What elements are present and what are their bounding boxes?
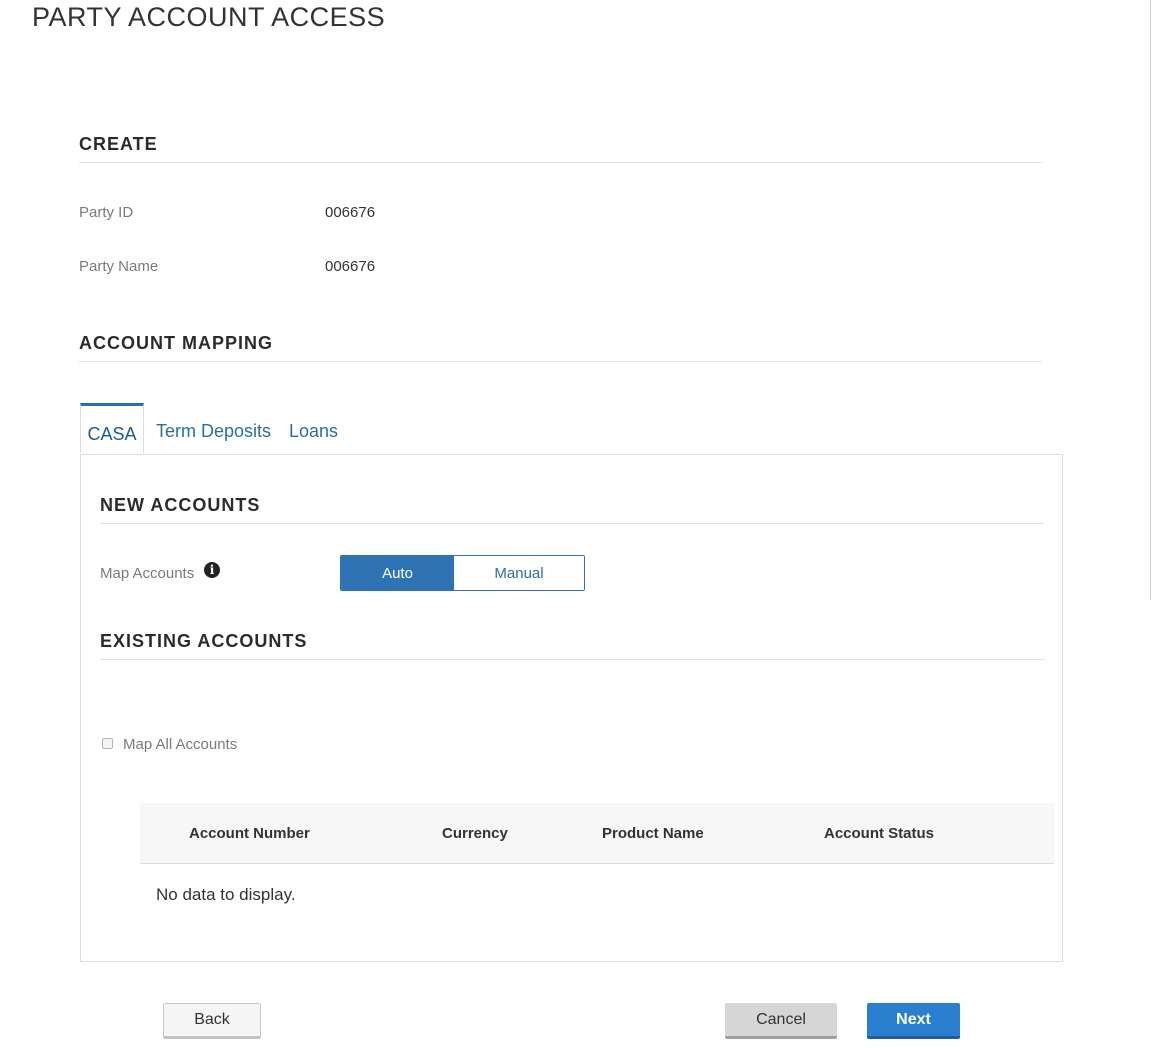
toggle-auto-option[interactable]: Auto	[341, 556, 454, 590]
next-button[interactable]: Next	[867, 1003, 960, 1039]
party-id-label: Party ID	[79, 204, 134, 221]
toggle-manual-option[interactable]: Manual	[454, 556, 584, 590]
new-accounts-divider	[100, 523, 1044, 524]
empty-table-message: No data to display.	[156, 885, 296, 904]
account-mapping-divider	[79, 361, 1042, 362]
existing-accounts-divider	[100, 659, 1045, 660]
column-account-status[interactable]: Account Status	[824, 825, 934, 842]
map-all-accounts-checkbox[interactable]	[102, 738, 113, 749]
page-edge-divider	[1150, 0, 1151, 600]
party-name-label: Party Name	[79, 258, 159, 275]
column-product-name[interactable]: Product Name	[602, 825, 704, 842]
column-account-number[interactable]: Account Number	[189, 825, 310, 842]
column-currency[interactable]: Currency	[442, 825, 508, 842]
accounts-table-header: Account Number Currency Product Name Acc…	[140, 803, 1054, 864]
existing-accounts-heading: EXISTING ACCOUNTS	[100, 631, 308, 651]
create-heading: CREATE	[79, 134, 158, 154]
party-account-access-page: PARTY ACCOUNT ACCESS CREATE Party ID 006…	[0, 0, 1152, 1048]
page-title: PARTY ACCOUNT ACCESS	[32, 2, 386, 32]
party-id-value: 006676	[325, 204, 376, 221]
account-mapping-heading: ACCOUNT MAPPING	[79, 333, 273, 353]
new-accounts-heading: NEW ACCOUNTS	[100, 495, 261, 515]
tab-casa[interactable]: CASA	[80, 403, 144, 453]
party-name-value: 006676	[325, 258, 376, 275]
map-accounts-toggle[interactable]: Auto Manual	[340, 555, 585, 591]
create-divider	[79, 162, 1042, 163]
back-button[interactable]: Back	[163, 1003, 261, 1039]
tab-loans[interactable]: Loans	[289, 421, 338, 442]
map-accounts-label: Map Accounts	[100, 565, 195, 582]
info-circle-icon[interactable]: i	[204, 562, 220, 578]
tab-term-deposits[interactable]: Term Deposits	[156, 421, 271, 442]
cancel-button[interactable]: Cancel	[725, 1003, 837, 1039]
map-all-accounts-label[interactable]: Map All Accounts	[123, 736, 237, 753]
